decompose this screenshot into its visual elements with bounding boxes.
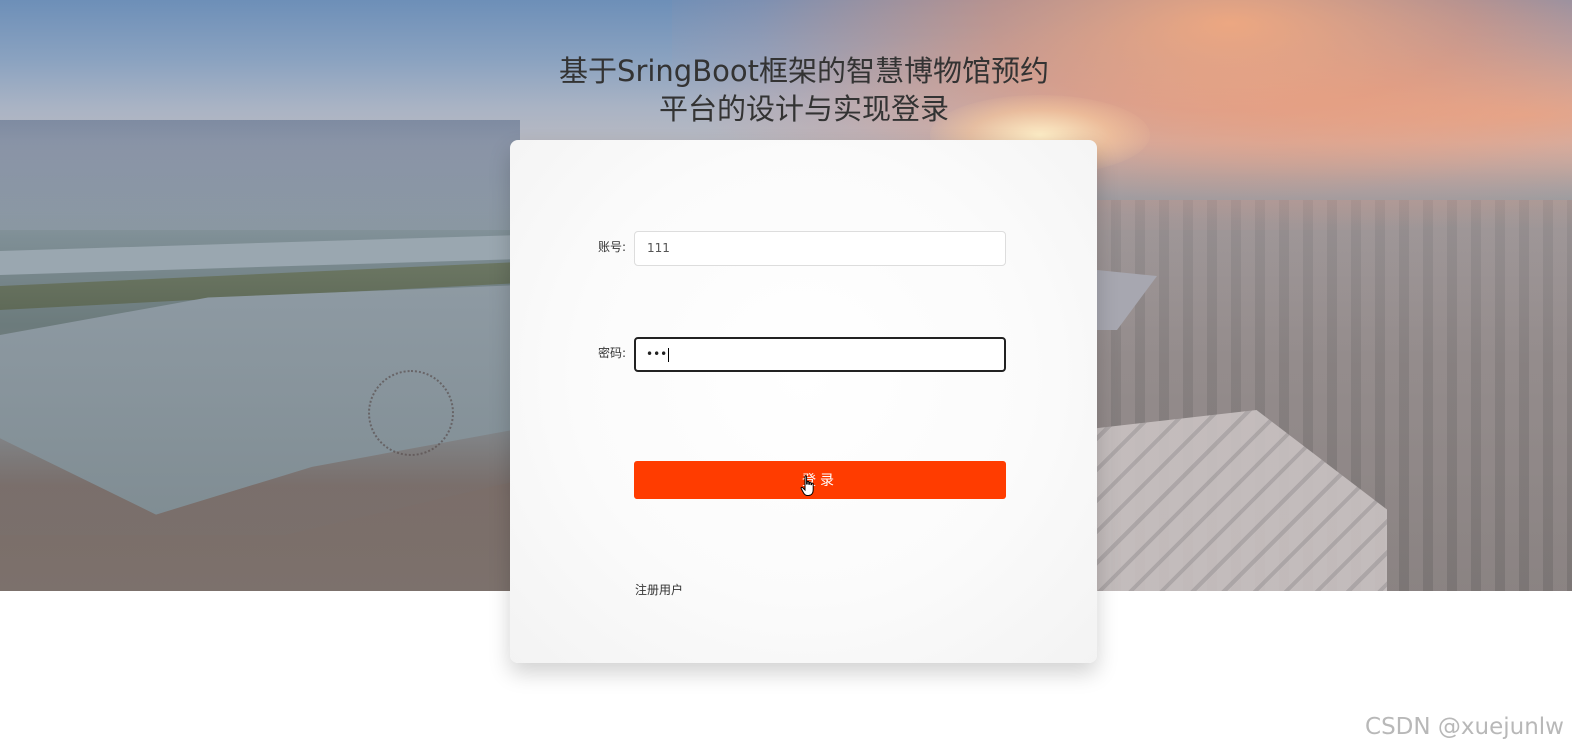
login-button[interactable]: 登录	[634, 461, 1006, 499]
login-page: 基于SringBoot框架的智慧博物馆预约 平台的设计与实现登录 账号: 111…	[0, 0, 1572, 750]
ferris-wheel	[368, 370, 454, 456]
text-caret	[668, 347, 670, 362]
login-card: 账号: 111 密码: ••• 登录 注册用户	[510, 140, 1097, 663]
hand-pointer-icon	[800, 475, 814, 496]
watermark: CSDN @xuejunlw	[1365, 714, 1564, 740]
password-input[interactable]: •••	[634, 337, 1006, 372]
account-input-value: 111	[647, 241, 670, 255]
account-label: 账号:	[598, 240, 627, 254]
password-label: 密码:	[598, 346, 627, 360]
register-user-link[interactable]: 注册用户	[635, 581, 683, 598]
page-title: 基于SringBoot框架的智慧博物馆预约 平台的设计与实现登录	[511, 52, 1097, 128]
account-input[interactable]: 111	[634, 231, 1006, 266]
page-title-line2: 平台的设计与实现登录	[658, 92, 949, 126]
page-title-line1: 基于SringBoot框架的智慧博物馆预约	[559, 54, 1049, 88]
password-input-value: •••	[646, 347, 668, 361]
